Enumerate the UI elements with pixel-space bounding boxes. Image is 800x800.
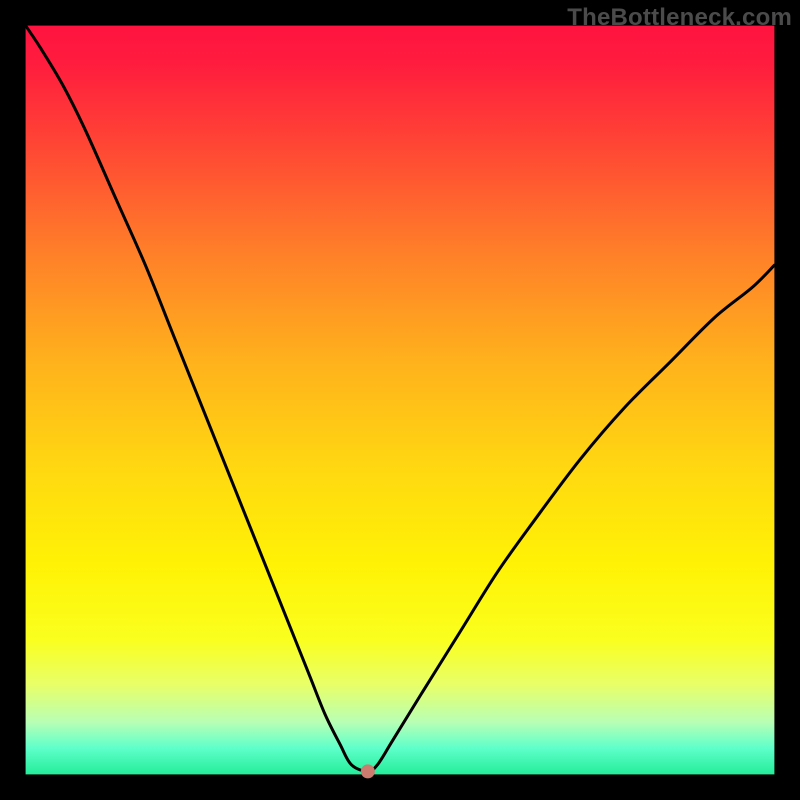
optimal-point-marker — [361, 764, 375, 778]
chart-container: TheBottleneck.com — [0, 0, 800, 800]
bottleneck-chart — [0, 0, 800, 800]
watermark-label: TheBottleneck.com — [567, 4, 792, 32]
chart-plot-bg — [26, 26, 775, 775]
